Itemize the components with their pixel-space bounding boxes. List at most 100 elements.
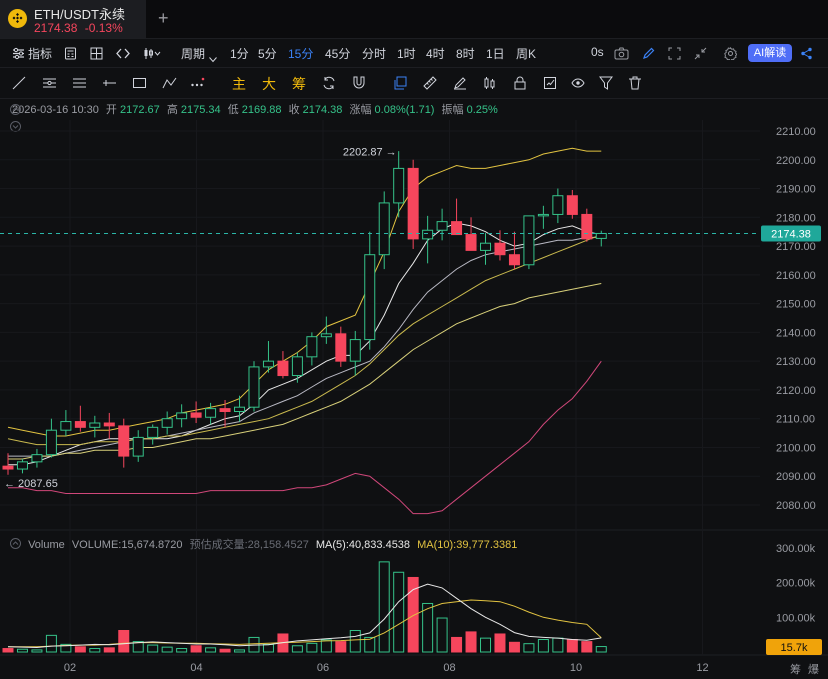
volume-bar [537, 639, 549, 653]
volume-bar [31, 649, 43, 653]
volume-bar [190, 645, 202, 653]
time-axis-label: 08 [443, 662, 455, 674]
candle-body [277, 360, 289, 377]
volume-axis: 300.00k 200.00k 100.00k [776, 543, 816, 624]
volume-bar [45, 634, 57, 653]
ma-line-3 [7, 234, 602, 446]
moving-average-lines [7, 147, 602, 515]
volume-bar [161, 646, 173, 653]
volume-tag-label: 15.7k [781, 642, 808, 654]
candle-body [407, 167, 419, 240]
volume-bar [552, 637, 564, 653]
price-axis-label: 2090.00 [776, 471, 816, 483]
price-axis-label: 2120.00 [776, 385, 816, 397]
volume-bar [103, 647, 115, 653]
candle-body [566, 195, 578, 215]
volume-bar [465, 631, 477, 653]
candle-body [74, 421, 86, 428]
liquidation-corner-label[interactable]: 爆 [808, 662, 819, 676]
volume-ma-line-1 [7, 583, 602, 649]
volume-bar [378, 561, 390, 653]
volume-ma-lines [7, 583, 602, 649]
candle-body [552, 195, 564, 215]
volume-bar [581, 641, 593, 653]
candle-body [2, 465, 14, 470]
volume-bar [118, 630, 130, 653]
candle-body [45, 429, 57, 456]
ma-line-5 [8, 360, 602, 515]
candle-body [205, 408, 217, 418]
candle-body [320, 333, 332, 338]
volume-bar [2, 648, 14, 653]
volume-bar [393, 571, 405, 653]
candle-body [147, 426, 159, 438]
volume-bar [595, 646, 607, 653]
candle-body [523, 215, 535, 266]
candle-body [262, 360, 274, 368]
price-axis-label: 2200.00 [776, 155, 816, 167]
candle-body [190, 412, 202, 418]
candle-body [89, 422, 101, 428]
volume-bar [205, 647, 217, 653]
volume-ma5: MA(5):40,833.4538 [315, 539, 411, 551]
candle-body [595, 232, 607, 239]
candle-body [581, 213, 593, 240]
volume-collapse-icon[interactable] [10, 538, 24, 552]
price-axis: 2210.00 2200.00 2190.00 2180.00 2170.00 2160.… [776, 126, 816, 512]
volume-bar [74, 646, 86, 653]
volume-axis-label: 300.00k [776, 543, 816, 555]
candle-body [393, 167, 405, 204]
candle-body [161, 418, 173, 428]
volume-bar [291, 645, 303, 653]
volume-bar [451, 636, 463, 653]
candle-body [306, 336, 318, 358]
candle-body [31, 454, 43, 463]
volume-value: VOLUME:15,674.8720 [71, 539, 183, 551]
volume-bar [320, 639, 332, 653]
candle-body [465, 234, 477, 251]
volume-bar [262, 643, 274, 653]
candle-body [378, 202, 390, 256]
volume-estimated: 预估成交量:28,158.4527 [189, 539, 309, 551]
volume-bar [16, 648, 28, 653]
candle-body [219, 408, 231, 413]
candle-body [291, 356, 303, 377]
price-axis-label: 2150.00 [776, 299, 816, 311]
price-axis-label: 2180.00 [776, 212, 816, 224]
time-axis: 02 04 06 08 10 12 [64, 662, 709, 674]
candle-body [234, 406, 246, 412]
time-axis-label: 12 [696, 662, 708, 674]
price-axis-label: 2080.00 [776, 500, 816, 512]
candle-body [349, 339, 361, 362]
price-axis-label: 2110.00 [776, 414, 815, 426]
volume-bar [349, 630, 361, 653]
time-axis-label: 02 [64, 662, 76, 674]
price-axis-label: 2160.00 [776, 270, 816, 282]
volume-bar [480, 637, 492, 653]
ma-line-2 [7, 147, 602, 437]
candle-body [118, 425, 130, 457]
candles [2, 151, 607, 475]
chips-corner-label[interactable]: 筹 [790, 662, 801, 676]
volume-bar [89, 648, 101, 653]
volume-bar [494, 633, 506, 653]
volume-bar [436, 617, 448, 653]
candle-body [248, 366, 260, 408]
ma-line-4 [8, 283, 602, 460]
volume-bar [523, 643, 535, 653]
candle-body [176, 412, 188, 420]
candle-body [364, 254, 376, 341]
candle-body [451, 221, 463, 236]
candle-body [132, 436, 144, 457]
price-chart[interactable]: 2210.00 2200.00 2190.00 2180.00 2170.00 2160.… [0, 0, 828, 679]
volume-bar [335, 641, 347, 653]
low-annotation: ← 2087.65 [4, 478, 58, 490]
current-price-label: 2174.38 [771, 228, 811, 240]
price-axis-label: 2210.00 [776, 126, 816, 138]
candle-body [422, 229, 434, 240]
volume-axis-label: 100.00k [776, 612, 816, 624]
volume-bar [234, 649, 246, 653]
volume-bar [176, 648, 188, 653]
volume-bar [147, 644, 159, 653]
volume-ma10: MA(10):39,777.3381 [417, 539, 518, 551]
